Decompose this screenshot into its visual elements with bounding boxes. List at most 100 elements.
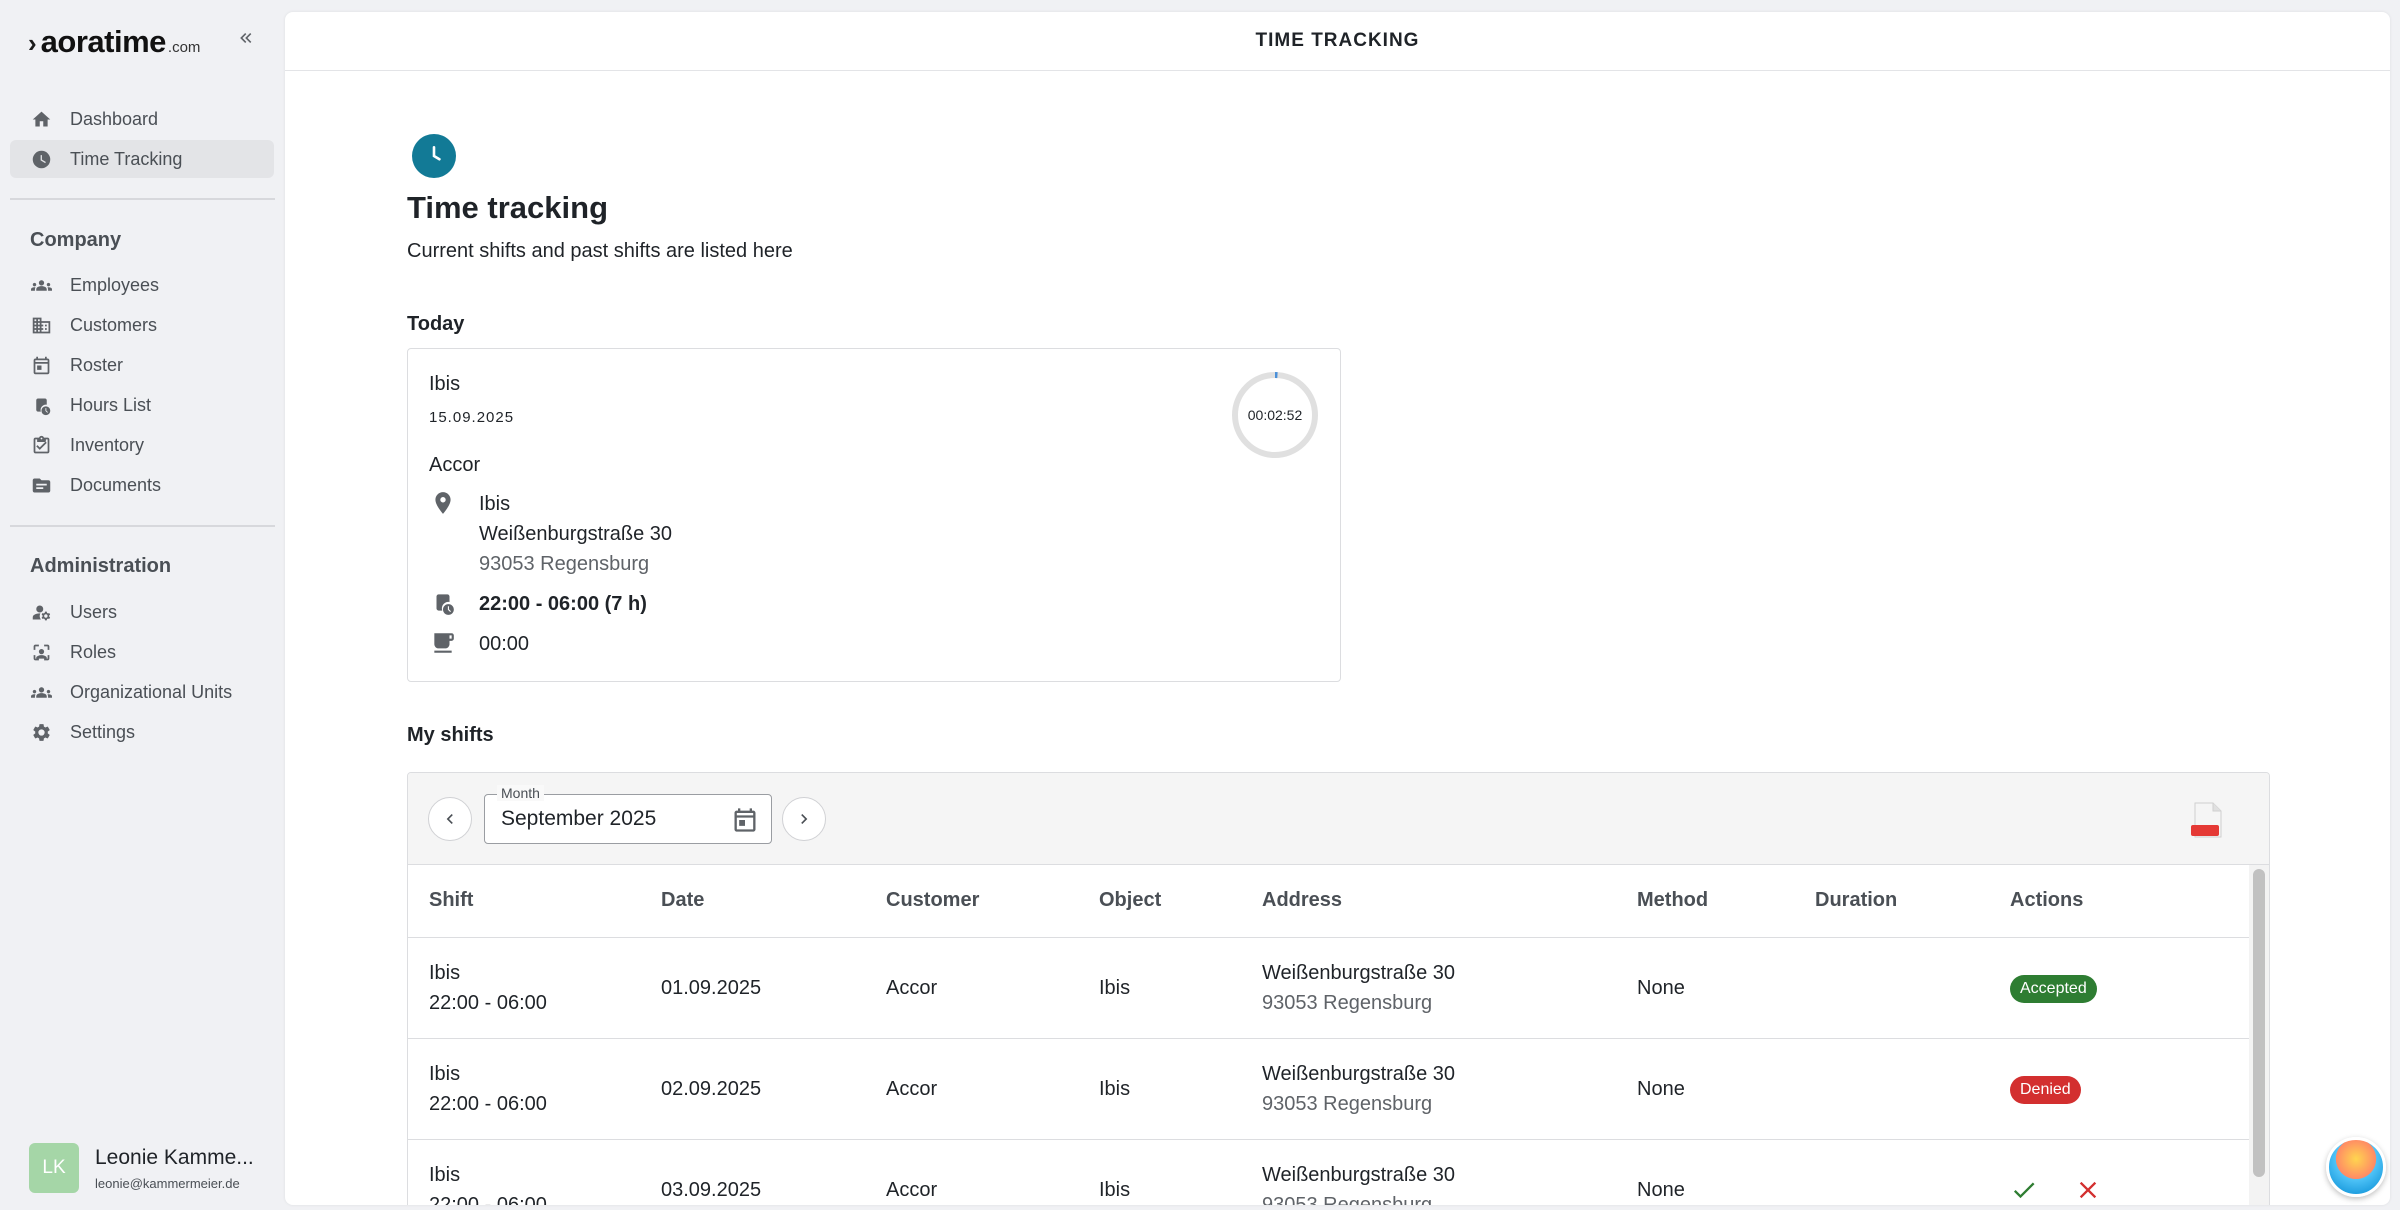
shift-customer: Accor [886,1139,1099,1205]
sidebar-item-label: Hours List [70,394,152,415]
logo-chevron-icon: › [28,28,37,58]
sidebar: › aoratime .com Dashboard Time Tracking … [0,0,284,1210]
briefcase-clock-icon [30,394,52,416]
shift-street: Weißenburgstraße 30 [1262,1062,1456,1085]
shift-method: None [1637,1139,1815,1205]
sidebar-item-settings[interactable]: Settings [10,713,274,751]
page-title: Time tracking [407,190,609,225]
shift-duration [1815,937,2010,1039]
sidebar-item-organizational-units[interactable]: Organizational Units [10,673,274,711]
column-header-duration[interactable]: Duration [1815,865,2010,938]
pdf-export-icon[interactable] [2189,801,2225,841]
shift-time: 22:00 - 06:00 [429,1092,547,1115]
sidebar-item-employees[interactable]: Employees [10,266,274,304]
clipboard-check-icon [30,434,52,456]
page-clock-icon [412,134,456,178]
top-bar-title: TIME TRACKING [1255,30,1420,51]
top-bar: TIME TRACKING [285,12,2390,71]
today-date: 15.09.2025 [429,409,515,426]
sidebar-item-documents[interactable]: Documents [10,466,274,504]
sidebar-divider [10,525,275,527]
sidebar-item-users[interactable]: Users [10,593,274,631]
calendar-icon[interactable] [731,806,759,834]
column-header-object[interactable]: Object [1099,865,1262,938]
today-object: Ibis [429,373,461,395]
column-header-customer[interactable]: Customer [886,865,1099,938]
sidebar-item-label: Inventory [70,434,145,455]
shift-date: 02.09.2025 [661,1038,886,1140]
deny-close-icon[interactable] [2074,1176,2102,1204]
user-name: Leonie Kamme... [95,1145,254,1169]
month-input[interactable] [501,807,721,831]
shift-name: Ibis [429,961,461,984]
support-chat-bubble[interactable] [2326,1137,2386,1197]
timer-text: 00:02:52 [1247,407,1303,423]
clock-icon [30,148,52,170]
sidebar-item-dashboard[interactable]: Dashboard [10,100,274,138]
shift-time: 22:00 - 06:00 [429,1193,547,1206]
sidebar-divider [10,198,275,200]
table-row[interactable]: Ibis 22:00 - 06:00 01.09.2025 Accor Ibis … [408,937,2251,1039]
sidebar-item-label: Settings [70,721,136,742]
home-icon [30,108,52,130]
column-header-address[interactable]: Address [1262,865,1637,938]
today-section-title: Today [407,313,465,335]
column-header-shift[interactable]: Shift [408,865,661,938]
main-panel: TIME TRACKING Time tracking Current shif… [285,12,2390,1205]
shift-object: Ibis [1099,937,1262,1039]
brand-logo[interactable]: › aoratime .com [28,24,200,60]
sidebar-item-label: Roster [70,354,124,375]
building-icon [30,314,52,336]
shifts-toolbar: Month [408,773,2269,865]
sidebar-item-hours-list[interactable]: Hours List [10,386,274,424]
column-header-date[interactable]: Date [661,865,886,938]
shift-timer: 00:02:52 [1230,370,1320,460]
my-shifts-section-title: My shifts [407,724,494,746]
today-address-street: Weißenburgstraße 30 [479,523,673,545]
shift-customer: Accor [886,937,1099,1039]
column-header-method[interactable]: Method [1637,865,1815,938]
chevron-left-icon [446,814,453,824]
sidebar-item-roles[interactable]: Roles [10,633,274,671]
double-chevron-left-icon [240,33,252,43]
sidebar-section-administration: Administration [30,555,172,577]
today-break: 00:00 [479,633,530,655]
shift-city: 93053 Regensburg [1262,1092,1433,1115]
sidebar-item-label: Documents [70,474,162,495]
sidebar-item-time-tracking[interactable]: Time Tracking [10,140,274,178]
shift-name: Ibis [429,1062,461,1085]
table-header-row: Shift Date Customer Object Address Metho… [408,865,2251,938]
sidebar-item-label: Roles [70,641,117,662]
gear-icon [30,721,52,743]
table-row[interactable]: Ibis 22:00 - 06:00 02.09.2025 Accor Ibis … [408,1038,2251,1140]
today-customer: Accor [429,454,481,476]
sidebar-item-customers[interactable]: Customers [10,306,274,344]
user-profile[interactable]: LK Leonie Kamme... leonie@kammermeier.de [29,1143,254,1193]
people-icon [30,274,52,296]
today-time: 22:00 - 06:00 (7 h) [479,593,647,615]
shift-customer: Accor [886,1038,1099,1140]
shift-date: 01.09.2025 [661,937,886,1039]
sidebar-item-roster[interactable]: Roster [10,346,274,384]
table-scrollbar-thumb[interactable] [2253,869,2265,1177]
previous-month-button[interactable] [428,797,472,841]
sidebar-item-inventory[interactable]: Inventory [10,426,274,464]
logo-suffix: .com [167,39,201,56]
collapse-sidebar-button[interactable] [234,26,258,50]
user-gear-icon [30,601,52,623]
shift-method: None [1637,1038,1815,1140]
month-picker[interactable]: Month [484,785,772,844]
sidebar-item-label: Employees [70,274,160,295]
sidebar-item-label: Organizational Units [70,681,233,702]
user-email: leonie@kammermeier.de [95,1175,240,1191]
table-row[interactable]: Ibis 22:00 - 06:00 03.09.2025 Accor Ibis … [408,1139,2251,1205]
shift-duration [1815,1139,2010,1205]
sidebar-item-label: Customers [70,314,158,335]
next-month-button[interactable] [782,797,826,841]
accept-check-icon[interactable] [2010,1176,2038,1204]
groups-icon [30,681,52,703]
shift-date: 03.09.2025 [661,1139,886,1205]
shift-duration [1815,1038,2010,1140]
today-shift-card[interactable]: Ibis 15.09.2025 Accor 00:02:52 Ibis Weiß… [407,348,1341,682]
shifts-table-card: Month Shift Date Customer Object A [407,772,2270,1205]
